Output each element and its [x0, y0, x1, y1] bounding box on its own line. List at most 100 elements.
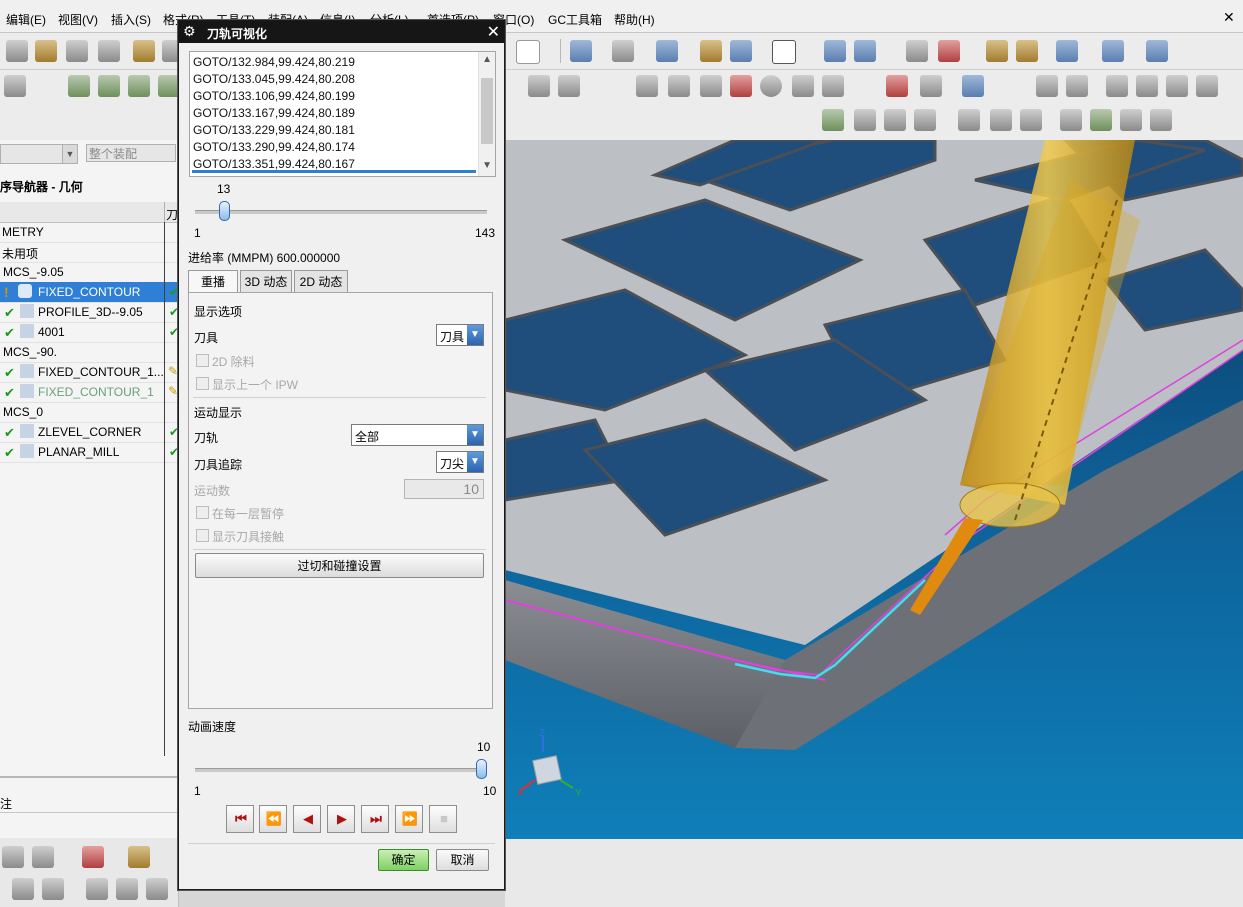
- gear-icon[interactable]: ⚙: [183, 23, 196, 40]
- create-method-icon[interactable]: [158, 75, 180, 97]
- step-back-button[interactable]: ⏪: [259, 805, 287, 833]
- probe-icon[interactable]: [1196, 75, 1218, 97]
- list-item[interactable]: GOTO/133.106,99.424,80.199: [193, 89, 355, 103]
- list-toolpath-icon[interactable]: [914, 109, 936, 131]
- column-tool-header[interactable]: 刀: [166, 206, 178, 223]
- move-icon[interactable]: [12, 878, 34, 900]
- output-cls-icon[interactable]: [1060, 109, 1082, 131]
- tree-row-mcs-0[interactable]: MCS_0: [0, 402, 178, 423]
- link-icon[interactable]: [128, 846, 150, 868]
- arc-icon[interactable]: [792, 75, 814, 97]
- ruler-icon[interactable]: [1146, 40, 1168, 62]
- goto-list[interactable]: GOTO/132.984,99.424,80.219 GOTO/133.045,…: [189, 51, 496, 177]
- animation-speed-track[interactable]: [195, 768, 487, 772]
- list-item[interactable]: GOTO/133.351,99.424,80.167: [193, 157, 355, 171]
- toolpath-display-dropdown[interactable]: 全部 ▼: [351, 424, 484, 446]
- tree-row-planar-mill[interactable]: ✔ PLANAR_MILL ✔: [0, 442, 179, 463]
- sketch-icon[interactable]: [636, 75, 658, 97]
- scroll-up-icon[interactable]: ▲: [482, 54, 492, 65]
- orient-view-icon[interactable]: [612, 40, 634, 62]
- tool-list-icon[interactable]: [1120, 109, 1142, 131]
- menu-gc-toolbox[interactable]: GC工具箱: [548, 11, 602, 28]
- shop-doc-icon[interactable]: [558, 75, 580, 97]
- verify-toolpath-icon[interactable]: [884, 109, 906, 131]
- menu-insert[interactable]: 插入(S): [111, 11, 151, 28]
- flag-icon[interactable]: [958, 109, 980, 131]
- tree-row-unused[interactable]: 未用项: [0, 242, 178, 263]
- tree-row-fixed-contour-1b[interactable]: ✔ FIXED_CONTOUR_1 ✎: [0, 382, 178, 403]
- measure-icon[interactable]: [938, 40, 960, 62]
- close-icon[interactable]: ✕: [487, 22, 500, 42]
- scroll-down-icon[interactable]: ▼: [482, 160, 492, 171]
- assembly-icon[interactable]: [4, 75, 26, 97]
- tree-row-mcs-9[interactable]: MCS_-9.05: [0, 262, 178, 283]
- menu-view[interactable]: 视图(V): [58, 11, 98, 28]
- create-program-icon[interactable]: [68, 75, 90, 97]
- tree-row-fixed-contour[interactable]: ! FIXED_CONTOUR ✔: [0, 282, 179, 303]
- axis-icon[interactable]: [1102, 40, 1124, 62]
- line-icon[interactable]: [700, 75, 722, 97]
- component-icon[interactable]: [32, 846, 54, 868]
- operation-icon[interactable]: [528, 75, 550, 97]
- window-close-icon[interactable]: ✕: [1223, 10, 1237, 24]
- create-geometry-icon[interactable]: [128, 75, 150, 97]
- tool-display-dropdown[interactable]: 刀具 ▼: [436, 324, 484, 346]
- list-item[interactable]: GOTO/132.984,99.424,80.219: [193, 55, 355, 69]
- step-forward-button[interactable]: ⏭: [361, 805, 389, 833]
- list-item[interactable]: GOTO/133.229,99.424,80.181: [193, 123, 355, 137]
- postprocess-icon[interactable]: [990, 109, 1012, 131]
- tree-row-fixed-contour-1a[interactable]: ✔ FIXED_CONTOUR_1... ✎: [0, 362, 178, 383]
- layer-icon[interactable]: [730, 40, 752, 62]
- list-item[interactable]: GOTO/133.290,99.424,80.174: [193, 140, 355, 154]
- print-icon[interactable]: [98, 40, 120, 62]
- ok-button[interactable]: 确定: [378, 849, 429, 871]
- wcs-icon[interactable]: [824, 40, 846, 62]
- prev-ipw-checkbox[interactable]: [196, 377, 209, 390]
- rewind-to-start-button[interactable]: ⏮: [226, 805, 254, 833]
- section-view-icon[interactable]: [700, 40, 722, 62]
- play-reverse-button[interactable]: ◀: [293, 805, 321, 833]
- tree-row-geometry[interactable]: METRY: [0, 222, 178, 243]
- cut-icon[interactable]: [133, 40, 155, 62]
- mill-icon[interactable]: [1036, 75, 1058, 97]
- color-icon[interactable]: [82, 846, 104, 868]
- selection-filter-dropdown[interactable]: ▼: [0, 144, 78, 164]
- generate-toolpath-icon[interactable]: [822, 109, 844, 131]
- 2d-remove-checkbox[interactable]: [196, 354, 209, 367]
- zoom-search-icon[interactable]: [516, 40, 540, 64]
- turn-icon[interactable]: [1106, 75, 1128, 97]
- background-icon[interactable]: [772, 40, 796, 64]
- rect-icon[interactable]: [730, 75, 752, 97]
- inspect-part-icon[interactable]: [1136, 75, 1158, 97]
- menu-help[interactable]: 帮助(H): [614, 11, 655, 28]
- spline-icon[interactable]: [668, 75, 690, 97]
- gouge-collision-settings-button[interactable]: 过切和碰撞设置: [195, 553, 484, 578]
- tab-3d-dynamic[interactable]: 3D 动态: [240, 270, 292, 292]
- list-icon[interactable]: [906, 40, 928, 62]
- assembly-constraint-icon[interactable]: [2, 846, 24, 868]
- list-item[interactable]: GOTO/133.167,99.424,80.189: [193, 106, 355, 120]
- create-tool-icon[interactable]: [98, 75, 120, 97]
- pause-each-layer-checkbox[interactable]: [196, 506, 209, 519]
- new-file-icon[interactable]: [6, 40, 28, 62]
- shaded-cube-icon[interactable]: [656, 40, 678, 62]
- plane-icon[interactable]: [962, 75, 984, 97]
- save-icon[interactable]: [66, 40, 88, 62]
- vector-icon[interactable]: [920, 75, 942, 97]
- analysis-icon[interactable]: [986, 40, 1008, 62]
- assembly-scope-dropdown[interactable]: 整个装配: [86, 144, 176, 162]
- wcs-orient-icon[interactable]: [854, 40, 876, 62]
- open-file-icon[interactable]: [35, 40, 57, 62]
- position-slider-track[interactable]: [195, 210, 487, 214]
- tool-trace-dropdown[interactable]: 刀尖 ▼: [436, 451, 484, 473]
- dialog-title-bar[interactable]: ⚙ 刀轨可视化 ✕: [179, 21, 504, 43]
- array-icon[interactable]: [146, 878, 168, 900]
- simulate-icon[interactable]: [1056, 40, 1078, 62]
- scroll-thumb[interactable]: [481, 78, 493, 144]
- mirror-icon[interactable]: [116, 878, 138, 900]
- point-icon[interactable]: [886, 75, 908, 97]
- show-tool-contact-checkbox[interactable]: [196, 529, 209, 542]
- replay-toolpath-icon[interactable]: [854, 109, 876, 131]
- menu-edit[interactable]: 编辑(E): [6, 11, 46, 28]
- animation-speed-thumb[interactable]: [476, 759, 487, 779]
